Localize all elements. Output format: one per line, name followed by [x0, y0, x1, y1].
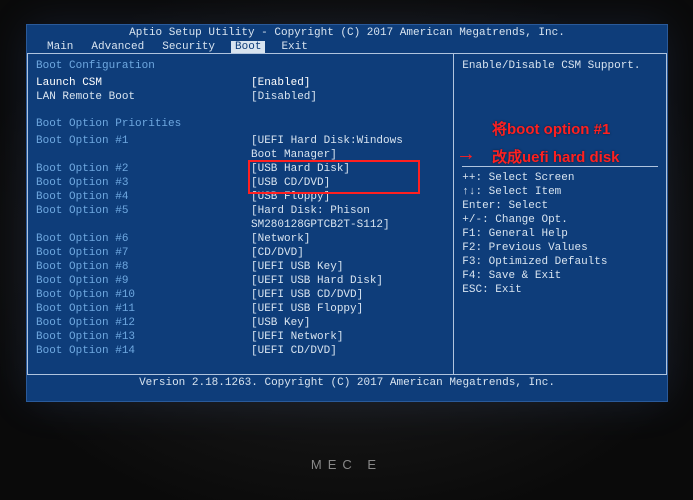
boot-option-1[interactable]: Boot Option #1[UEFI Hard Disk:Windows	[36, 134, 445, 148]
label-lan-remote: LAN Remote Boot	[36, 90, 251, 104]
boot-option-5-cont: SM280128GPTCB2T-S112]	[36, 218, 445, 232]
help-key-5: F2: Previous Values	[462, 241, 658, 255]
title-bar: Aptio Setup Utility - Copyright (C) 2017…	[27, 25, 667, 41]
boot-option-13[interactable]: Boot Option #13[UEFI Network]	[36, 330, 445, 344]
menu-advanced[interactable]: Advanced	[89, 41, 146, 53]
menu-exit[interactable]: Exit	[279, 41, 309, 53]
help-key-6: F3: Optimized Defaults	[462, 255, 658, 269]
row-launch-csm[interactable]: Launch CSM [Enabled]	[36, 76, 445, 90]
boot-option-6[interactable]: Boot Option #6[Network]	[36, 232, 445, 246]
help-key-4: F1: General Help	[462, 227, 658, 241]
menu-main[interactable]: Main	[45, 41, 75, 53]
boot-option-10[interactable]: Boot Option #10[UEFI USB CD/DVD]	[36, 288, 445, 302]
row-lan-remote[interactable]: LAN Remote Boot [Disabled]	[36, 90, 445, 104]
help-key-2: Enter: Select	[462, 199, 658, 213]
boot-option-4[interactable]: Boot Option #4[USB Floppy]	[36, 190, 445, 204]
label-launch-csm: Launch CSM	[36, 76, 251, 90]
help-key-8: ESC: Exit	[462, 283, 658, 297]
boot-option-12[interactable]: Boot Option #12[USB Key]	[36, 316, 445, 330]
bios-screen: Aptio Setup Utility - Copyright (C) 2017…	[26, 24, 668, 402]
help-separator	[462, 166, 658, 167]
panes: Boot Configuration Launch CSM [Enabled] …	[27, 53, 667, 374]
menu-bar: Main Advanced Security Boot Exit	[27, 41, 667, 53]
boot-option-1-cont: Boot Manager]	[36, 148, 445, 162]
help-key-0: ++: Select Screen	[462, 171, 658, 185]
help-text: Enable/Disable CSM Support.	[462, 60, 658, 72]
boot-option-9[interactable]: Boot Option #9[UEFI USB Hard Disk]	[36, 274, 445, 288]
right-pane: Enable/Disable CSM Support. ++: Select S…	[454, 54, 667, 374]
section-boot-config: Boot Configuration	[36, 60, 445, 72]
footer: Version 2.18.1263. Copyright (C) 2017 Am…	[27, 374, 667, 391]
help-key-7: F4: Save & Exit	[462, 269, 658, 283]
boot-option-2[interactable]: Boot Option #2[USB Hard Disk]	[36, 162, 445, 176]
laptop-brand: MEC E	[0, 457, 693, 472]
boot-option-3[interactable]: Boot Option #3[USB CD/DVD]	[36, 176, 445, 190]
boot-option-14[interactable]: Boot Option #14[UEFI CD/DVD]	[36, 344, 445, 358]
value-lan-remote: [Disabled]	[251, 90, 445, 104]
section-priorities: Boot Option Priorities	[36, 118, 445, 130]
left-pane: Boot Configuration Launch CSM [Enabled] …	[27, 54, 454, 374]
boot-option-5[interactable]: Boot Option #5[Hard Disk: Phison	[36, 204, 445, 218]
boot-option-7[interactable]: Boot Option #7[CD/DVD]	[36, 246, 445, 260]
boot-option-11[interactable]: Boot Option #11[UEFI USB Floppy]	[36, 302, 445, 316]
boot-option-8[interactable]: Boot Option #8[UEFI USB Key]	[36, 260, 445, 274]
menu-boot[interactable]: Boot	[231, 41, 265, 53]
value-launch-csm: [Enabled]	[251, 76, 445, 90]
help-key-3: +/-: Change Opt.	[462, 213, 658, 227]
menu-security[interactable]: Security	[160, 41, 217, 53]
help-key-1: ↑↓: Select Item	[462, 185, 658, 199]
